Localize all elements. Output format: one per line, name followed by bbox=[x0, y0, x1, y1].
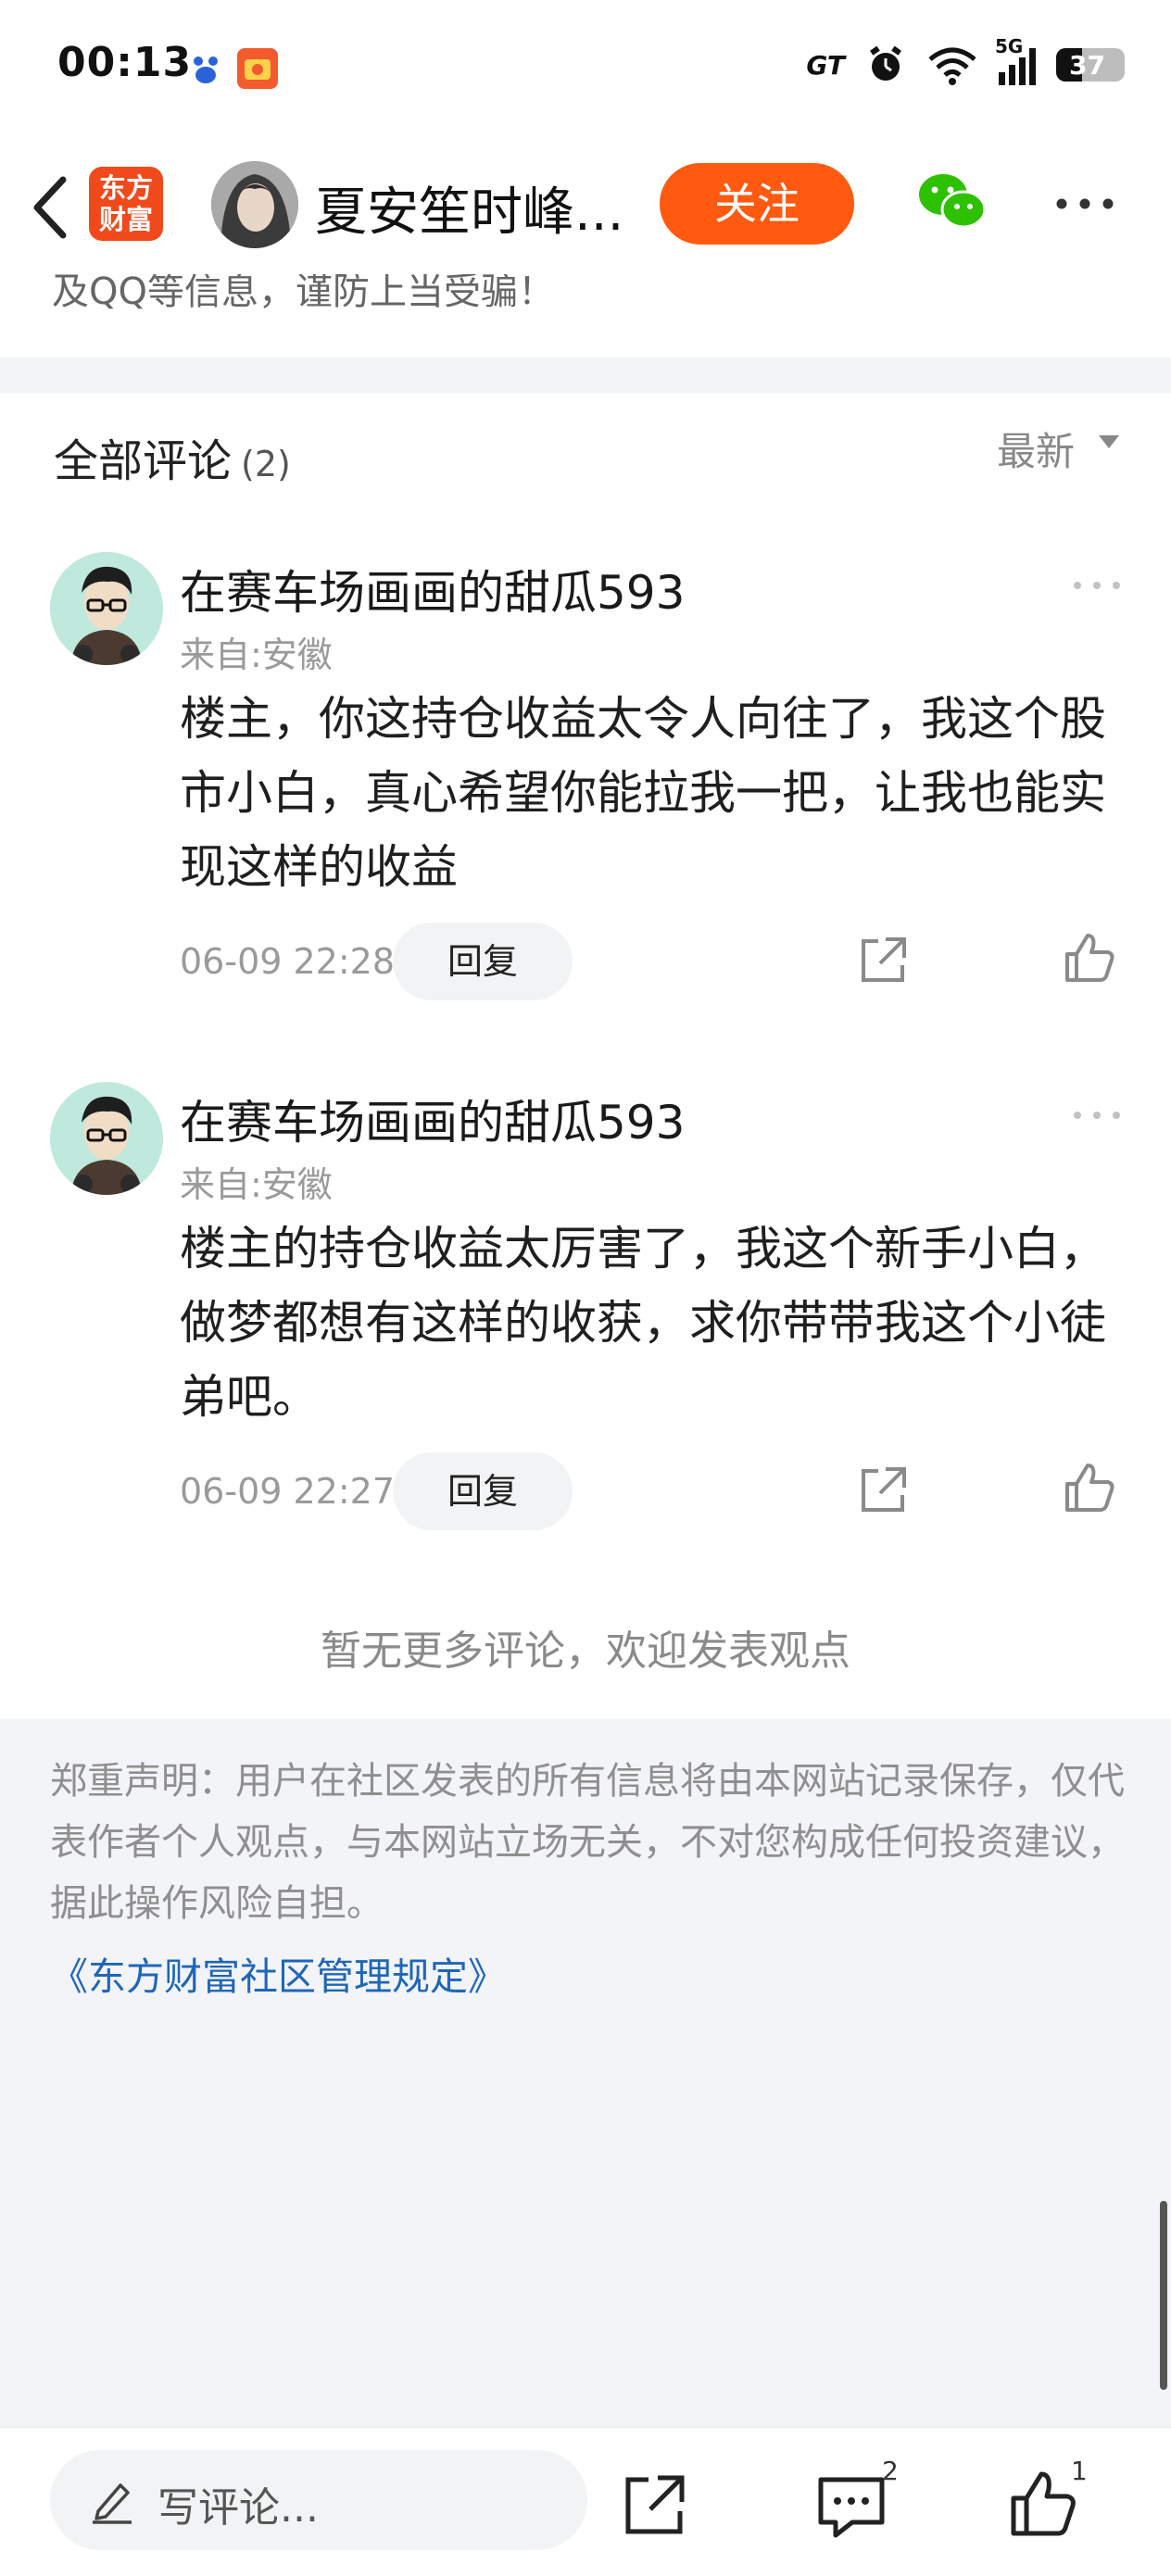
sort-dropdown[interactable]: 最新 bbox=[997, 421, 1075, 477]
wechat-share-icon[interactable] bbox=[917, 170, 988, 235]
community-rules-link[interactable]: 《东方财富社区管理规定》 bbox=[50, 1945, 506, 2001]
app-logo-line2: 财富 bbox=[98, 204, 153, 235]
more-options-icon[interactable] bbox=[1054, 195, 1115, 213]
scrollbar[interactable] bbox=[1160, 2201, 1167, 2390]
article-text-clipped: 及QQ等信息，谨防上当受骗！ bbox=[0, 274, 1171, 358]
user-avatar[interactable] bbox=[50, 552, 163, 665]
comment-input[interactable]: 写评论... bbox=[50, 2450, 587, 2550]
author-name[interactable]: 夏安笙时峰... bbox=[315, 170, 623, 245]
thumbs-up-icon[interactable] bbox=[1062, 1460, 1117, 1515]
comment-item: 在赛车场画画的甜瓜593 来自:安徽 楼主的持仓收益太厉害了，我这个新手小白，做… bbox=[0, 1082, 1171, 1582]
follow-button[interactable]: 关注 bbox=[660, 163, 854, 245]
share-icon[interactable] bbox=[623, 2472, 687, 2537]
thumbs-up-icon[interactable] bbox=[1062, 930, 1117, 986]
disclaimer-text: 郑重声明：用户在社区发表的所有信息将由本网站记录保存，仅代表作者个人观点，与本网… bbox=[50, 1760, 1125, 1925]
battery-icon: 37 bbox=[1056, 48, 1125, 82]
gt-icon: GT bbox=[806, 49, 845, 81]
reply-button[interactable]: 回复 bbox=[393, 1452, 573, 1530]
comments-count: (2) bbox=[241, 444, 291, 484]
app-logo[interactable]: 东方 财富 bbox=[89, 167, 163, 241]
status-time: 00:13 bbox=[57, 39, 193, 86]
no-more-comments-text: 暂无更多评论，欢迎发表观点 bbox=[321, 1627, 850, 1675]
top-nav: 东方 财富 夏安笙时峰... 关注 bbox=[0, 139, 1171, 275]
disclaimer-section: 郑重声明：用户在社区发表的所有信息将由本网站记录保存，仅代表作者个人观点，与本网… bbox=[0, 1719, 1171, 2427]
comment-text: 楼主，你这持仓收益太令人向往了，我这个股市小白，真心希望你能拉我一把，让我也能实… bbox=[180, 692, 1106, 894]
reply-button[interactable]: 回复 bbox=[393, 923, 573, 1000]
comments-title: 全部评论 bbox=[54, 435, 233, 487]
comment-username[interactable]: 在赛车场画画的甜瓜593 bbox=[180, 1086, 685, 1152]
comment-location: 来自:安徽 bbox=[180, 635, 333, 675]
comment-placeholder: 写评论... bbox=[157, 2484, 319, 2532]
comment-more-icon[interactable] bbox=[1071, 1108, 1123, 1121]
status-bar: 00:13 GT 5G 37 bbox=[0, 0, 1171, 139]
comments-header: 全部评论 (2) bbox=[54, 424, 291, 489]
author-avatar[interactable] bbox=[211, 161, 298, 248]
signal-icon: 5G bbox=[995, 35, 1036, 85]
comment-more-icon[interactable] bbox=[1071, 578, 1123, 591]
comment-timestamp: 06-09 22:27 bbox=[180, 1471, 396, 1512]
app-logo-line1: 东方 bbox=[98, 172, 153, 204]
user-avatar[interactable] bbox=[50, 1082, 163, 1195]
alarm-icon bbox=[870, 45, 901, 81]
baidu-app-icon bbox=[185, 48, 226, 89]
comment-location: 来自:安徽 bbox=[180, 1164, 333, 1205]
bottom-action-bar: 写评论... 2 1 bbox=[0, 2427, 1171, 2576]
comment-text: 楼主的持仓收益太厉害了，我这个新手小白，做梦都想有这样的收获，求你带带我这个小徒… bbox=[180, 1222, 1106, 1424]
status-icons: GT 5G 37 bbox=[806, 35, 1125, 85]
comment-item: 在赛车场画画的甜瓜593 来自:安徽 楼主，你这持仓收益太令人向往了，我这个股市… bbox=[0, 552, 1171, 1052]
share-icon[interactable] bbox=[858, 934, 910, 986]
like-count-badge: 1 bbox=[1071, 2456, 1088, 2486]
thumbs-up-icon[interactable] bbox=[1008, 2469, 1078, 2539]
pencil-icon bbox=[89, 2476, 135, 2524]
article-warning-text: 及QQ等信息，谨防上当受骗！ bbox=[52, 274, 555, 313]
caret-down-icon[interactable] bbox=[1099, 435, 1119, 448]
comment-timestamp: 06-09 22:28 bbox=[180, 941, 396, 982]
comment-count-badge: 2 bbox=[882, 2456, 899, 2486]
wifi-icon bbox=[928, 47, 976, 85]
comment-icon[interactable] bbox=[815, 2472, 888, 2541]
comment-username[interactable]: 在赛车场画画的甜瓜593 bbox=[180, 556, 685, 622]
section-divider bbox=[0, 358, 1171, 393]
back-arrow-icon[interactable] bbox=[24, 172, 80, 243]
share-icon[interactable] bbox=[858, 1464, 910, 1515]
shopping-app-icon bbox=[237, 48, 278, 89]
